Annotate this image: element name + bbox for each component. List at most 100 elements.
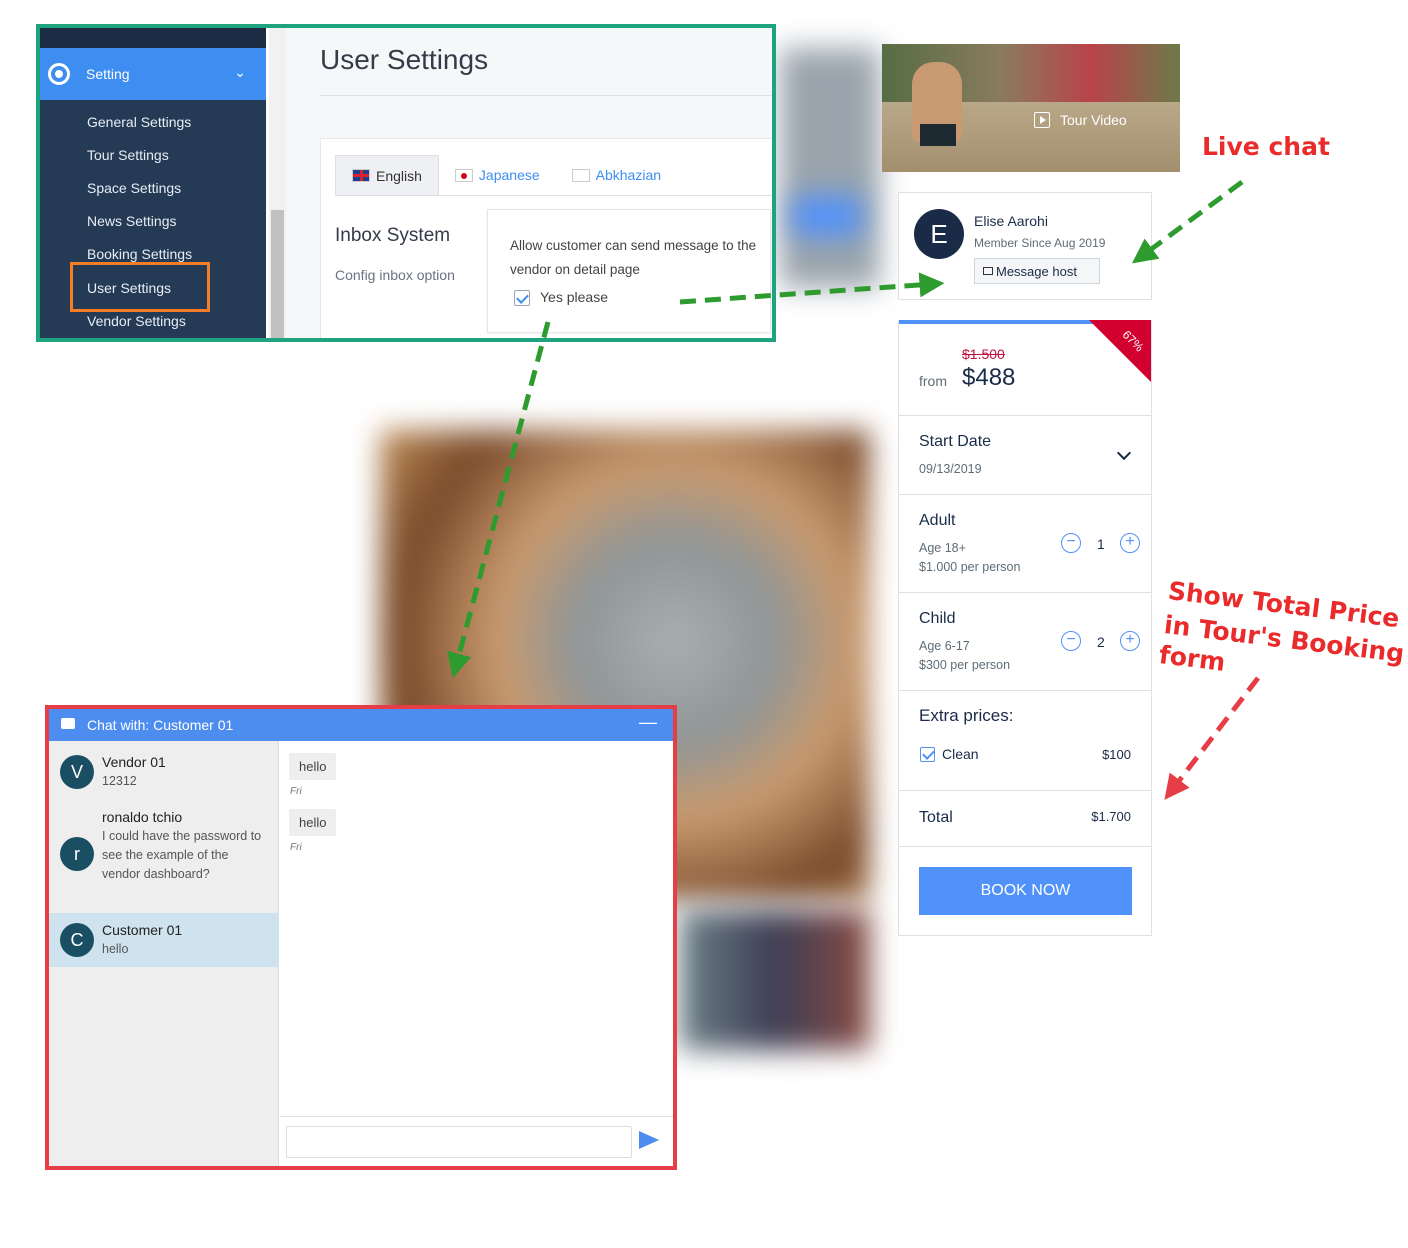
book-now-button[interactable]: BOOK NOW [919, 867, 1132, 915]
adult-label: Adult [919, 512, 956, 529]
chat-window: Chat with: Customer 01 — V Vendor 01 123… [45, 705, 677, 1170]
total-label: Total [919, 809, 953, 826]
contact-item[interactable]: r ronaldo tchio I could have the passwor… [49, 799, 279, 911]
contact-last-message: hello [102, 942, 129, 956]
contact-last-message: 12312 [102, 774, 137, 788]
sidebar-item-setting[interactable]: Setting ⌄ [40, 48, 266, 100]
from-label: from [919, 373, 947, 389]
message-bubble: hello [289, 753, 337, 780]
tab-abkhazian-label: Abkhazian [595, 167, 662, 183]
sidebar-item-space-settings[interactable]: Space Settings [87, 180, 181, 196]
tour-video-button[interactable]: Tour Video [1034, 112, 1127, 128]
tab-abkhazian[interactable]: Abkhazian [556, 155, 677, 195]
avatar: r [60, 837, 94, 871]
extra-prices-label: Extra prices: [919, 706, 1014, 725]
adult-price: $1.000 per person [919, 560, 1021, 574]
divider [899, 592, 1151, 593]
tour-image-shorts [920, 124, 956, 146]
child-plus-button[interactable]: + [1120, 631, 1140, 651]
child-quantity: 2 [1097, 634, 1105, 650]
contact-last-message: I could have the password to see the exa… [102, 829, 262, 881]
section-title: Inbox System [335, 225, 451, 246]
chevron-down-icon[interactable] [1116, 445, 1132, 461]
tab-japanese-label: Japanese [478, 167, 540, 183]
tour-video-label: Tour Video [1060, 112, 1127, 128]
message-host-button[interactable]: Message host [974, 258, 1100, 284]
settings-card: English Japanese Abkhazian Inbox System … [320, 138, 772, 338]
child-minus-button[interactable]: − [1061, 631, 1081, 651]
blurred-background-photo-top [780, 48, 880, 288]
original-price: $1.500 [962, 346, 1005, 362]
extra-clean-checkbox[interactable] [920, 747, 935, 762]
chevron-down-icon: ⌄ [234, 64, 246, 80]
sidebar-item-tour-settings[interactable]: Tour Settings [87, 147, 169, 163]
child-age: Age 6-17 [919, 639, 970, 653]
discount-ribbon [1089, 320, 1151, 382]
contact-name: ronaldo tchio [102, 809, 183, 825]
start-date-label: Start Date [919, 433, 992, 450]
sidebar-item-vendor-settings[interactable]: Vendor Settings [87, 313, 186, 329]
japan-flag-icon [454, 168, 473, 182]
adult-quantity: 1 [1097, 536, 1105, 552]
avatar: V [60, 755, 94, 789]
adult-minus-button[interactable]: − [1061, 533, 1081, 553]
sidebar-top-strip [40, 28, 266, 48]
tab-english-label: English [376, 167, 422, 184]
page-title: User Settings [320, 44, 489, 75]
adult-plus-button[interactable]: + [1120, 533, 1140, 553]
admin-sidebar: Setting ⌄ General Settings Tour Settings… [40, 28, 266, 338]
divider [899, 415, 1151, 416]
chat-message-input[interactable] [286, 1126, 632, 1158]
minimize-button[interactable]: — [639, 712, 657, 733]
inbox-enable-checkbox[interactable] [514, 290, 530, 306]
sidebar-item-general-settings[interactable]: General Settings [87, 114, 191, 130]
tab-english[interactable]: English [335, 155, 439, 195]
divider [899, 790, 1151, 791]
blank-flag-icon [571, 168, 590, 182]
arrow-total-price [1164, 676, 1260, 800]
send-icon[interactable] [639, 1131, 659, 1149]
arrow-live-chat [1131, 179, 1244, 264]
chat-header: Chat with: Customer 01 — [49, 709, 673, 741]
message-time: Fri [290, 842, 302, 853]
inbox-option-box: Allow customer can send message to the v… [487, 209, 771, 333]
booking-form: 67% $1.500 from $488 Start Date 09/13/20… [898, 320, 1152, 936]
chat-bubbles-icon [61, 718, 75, 729]
sidebar-scrollbar[interactable] [269, 28, 286, 338]
adult-age: Age 18+ [919, 541, 966, 555]
inbox-option-description: Allow customer can send message to the v… [510, 238, 757, 277]
total-price: $1.700 [1091, 809, 1131, 824]
tabs-underline [335, 195, 772, 196]
annotation-live-chat: Live chat [1202, 132, 1330, 161]
contact-name: Vendor 01 [102, 754, 166, 770]
title-divider [320, 95, 772, 96]
contact-name: Customer 01 [102, 922, 183, 938]
uk-flag-icon [352, 169, 370, 182]
chat-composer [280, 1116, 673, 1166]
language-tabs: English Japanese Abkhazian [335, 155, 677, 195]
chat-contact-list: V Vendor 01 12312 r ronaldo tchio I coul… [49, 741, 279, 1166]
sale-price: $488 [962, 364, 1016, 391]
host-name: Elise Aarohi [974, 213, 1048, 229]
divider [899, 494, 1151, 495]
tab-japanese[interactable]: Japanese [439, 155, 556, 195]
user-settings-highlight-box [70, 262, 210, 312]
contact-item[interactable]: V Vendor 01 12312 [49, 741, 279, 799]
chat-title: Chat with: Customer 01 [87, 717, 234, 733]
start-date-value[interactable]: 09/13/2019 [919, 462, 982, 476]
play-video-icon [1034, 112, 1050, 128]
message-time: Fri [290, 786, 302, 797]
section-subtitle: Config inbox option [335, 267, 455, 283]
sidebar-item-setting-label: Setting [86, 66, 130, 82]
avatar: E [914, 209, 964, 259]
extra-clean-price: $100 [1102, 747, 1131, 762]
tour-cover-image: Tour Video [882, 44, 1180, 172]
contact-item[interactable]: C Customer 01 hello [49, 913, 279, 967]
divider [899, 846, 1151, 847]
scrollbar-thumb[interactable] [271, 210, 284, 338]
admin-settings-panel: Setting ⌄ General Settings Tour Settings… [36, 24, 776, 342]
sidebar-item-booking-settings[interactable]: Booking Settings [87, 246, 192, 262]
avatar: C [60, 923, 94, 957]
sidebar-item-news-settings[interactable]: News Settings [87, 213, 176, 229]
chat-icon [983, 267, 993, 275]
